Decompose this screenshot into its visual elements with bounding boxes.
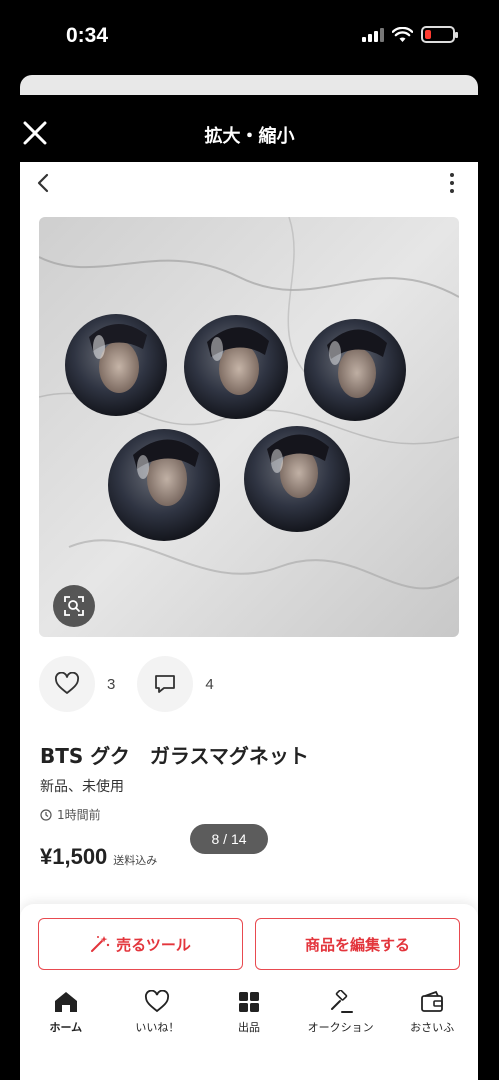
home-icon [54,992,77,1012]
image-search-button[interactable] [53,585,95,627]
magic-wand-icon [91,936,110,952]
status-icons [362,26,458,43]
grid-icon [238,992,259,1012]
status-bar: 0:34 [0,0,499,70]
product-condition: 新品、未使用 [40,779,124,795]
posted-time: 1時間前 [40,806,101,823]
action-row: 3 4 [39,656,236,712]
tab-wallet-label: おさいふ [410,1021,455,1034]
page-indicator: 8 / 14 [190,824,268,854]
tab-home[interactable]: ホーム [20,988,112,1058]
posted-time-text: 1時間前 [57,808,101,822]
tab-likes[interactable]: いいね！ [112,988,204,1058]
modal-title: 拡大・縮小 [204,126,295,147]
comment-button[interactable] [137,656,194,712]
product-price: ¥1,500 [40,844,108,869]
like-count: 3 [107,675,116,693]
edit-item-button[interactable]: 商品を編集する [255,918,460,970]
tab-likes-label: いいね！ [135,1021,180,1034]
tab-auction-label: オークション [307,1021,374,1034]
tab-auction[interactable]: オークション [295,988,387,1058]
chevron-left-icon [37,173,49,193]
more-options-icon[interactable] [448,173,456,193]
tab-sell-label: 出品 [237,1021,260,1034]
heart-icon [145,990,170,1013]
edit-item-label: 商品を編集する [304,935,410,954]
clock-icon [40,808,52,821]
shipping-label: 送料込み [113,854,158,867]
heart-icon [55,672,79,694]
underlying-sheet [20,75,478,95]
modal-header: 拡大・縮小 [0,100,499,162]
gavel-icon [330,990,353,1013]
like-button[interactable] [39,656,95,712]
signal-icon [362,28,384,42]
bottom-action-sheet: 売るツール 商品を編集する ホーム いいね！ 出品 オークション おさいふ [20,904,478,1080]
price-row: ¥1,500 送料込み [40,844,157,870]
status-time: 0:34 [66,24,109,47]
top-nav [20,162,478,206]
back-button[interactable] [34,172,54,194]
battery-icon [421,26,458,43]
app-screen: 3 4 BTS グク ガラスマグネット 新品、未使用 1時間前 ¥1,500 送… [20,162,478,1080]
wallet-icon [421,990,444,1012]
action-buttons: 売るツール 商品を編集する [38,918,460,970]
product-image [39,217,459,637]
product-photo[interactable] [39,217,459,637]
tab-wallet[interactable]: おさいふ [386,988,478,1058]
tab-bar: ホーム いいね！ 出品 オークション おさいふ [20,988,478,1058]
tab-home-label: ホーム [49,1021,83,1034]
sell-tool-button[interactable]: 売るツール [38,918,243,970]
image-search-icon [64,596,84,616]
comment-count: 4 [205,675,214,693]
sell-tool-label: 売るツール [116,935,191,954]
product-title: BTS グク ガラスマグネット [40,744,309,768]
tab-sell[interactable]: 出品 [203,988,295,1058]
comment-icon [155,675,176,693]
wifi-icon [392,26,413,42]
